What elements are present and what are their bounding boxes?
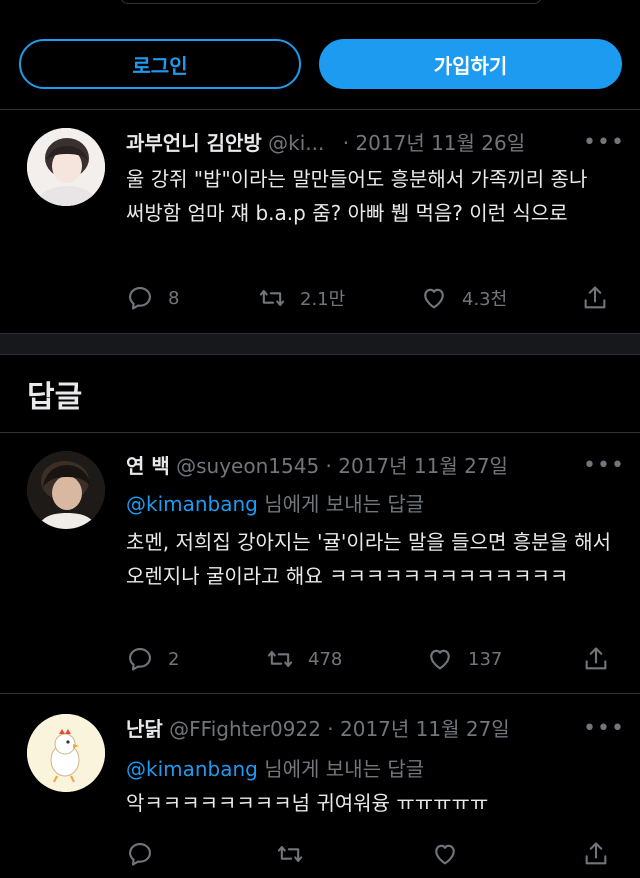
signup-button[interactable]: 가입하기 [319, 39, 622, 89]
reply-icon [126, 284, 154, 312]
reply-button[interactable]: 8 [126, 284, 179, 312]
reply-count: 2 [168, 648, 180, 670]
reply-context: @kimanbang 님에게 보내는 답글 [126, 487, 612, 521]
avatar[interactable] [27, 451, 105, 529]
like-count: 137 [468, 648, 503, 670]
share-icon [582, 645, 610, 673]
tweet-header: 난닭 @FFighter0922 · 2017년 11월 27일 [126, 716, 510, 742]
reply-button[interactable]: 2 [126, 645, 179, 673]
reply-to-label: 님에게 보내는 답글 [257, 757, 425, 781]
tweet-text: 울 강쥐 "밥"이라는 말만들어도 흥분해서 가족끼리 종나 써방함 엄마 쟤 … [126, 167, 588, 225]
author-name[interactable]: 난닭 [126, 717, 163, 741]
share-button[interactable] [582, 645, 624, 673]
tweet-actions: 2 478 137 [126, 645, 616, 675]
reply-tweet[interactable]: 연 백 @suyeon1545 · 2017년 11월 27일 ••• @kim… [0, 433, 640, 693]
tweet-text: 초멘, 저희집 강아지는 '귤'이라는 말을 들으면 흥분을 해서 오렌지나 굴… [126, 530, 612, 588]
heart-icon [420, 284, 448, 312]
author-handle[interactable]: @suyeon1545 [176, 454, 319, 478]
mention-link[interactable]: @kimanbang [126, 492, 258, 516]
like-button[interactable]: 137 [426, 645, 502, 673]
reply-icon [126, 840, 154, 868]
like-button[interactable]: 4.3천 [420, 284, 507, 312]
share-icon [581, 284, 609, 312]
heart-icon [431, 840, 459, 868]
retweet-button[interactable]: 2.1만 [258, 284, 345, 312]
auth-bar: 로그인 가입하기 [0, 0, 640, 110]
tweet-header: 과부언니 김안방 @ki... · 2017년 11월 26일 [126, 130, 525, 156]
tweet-actions: 8 2.1만 4.3천 [126, 284, 616, 314]
retweet-button[interactable] [276, 840, 318, 868]
tweet-date[interactable]: · 2017년 11월 27일 [326, 454, 508, 478]
author-name[interactable]: 과부언니 김안방 [126, 131, 262, 155]
tweet-date[interactable]: · 2017년 11월 27일 [327, 717, 509, 741]
share-button[interactable] [582, 840, 624, 868]
author-name[interactable]: 연 백 [126, 454, 170, 478]
reply-to-label: 님에게 보내는 답글 [257, 492, 425, 516]
author-handle[interactable]: @ki... [268, 131, 324, 155]
share-icon [582, 840, 610, 868]
more-icon[interactable]: ••• [583, 130, 625, 155]
more-icon[interactable]: ••• [583, 453, 625, 478]
main-tweet[interactable]: 과부언니 김안방 @ki... · 2017년 11월 26일 ••• 울 강쥐… [0, 110, 640, 333]
reply-context: @kimanbang 님에게 보내는 답글 [126, 752, 612, 786]
tweet-date[interactable]: · 2017년 11월 26일 [343, 131, 525, 155]
retweet-button[interactable]: 478 [266, 645, 342, 673]
share-button[interactable] [581, 284, 623, 312]
avatar[interactable] [27, 714, 105, 792]
reply-icon [126, 645, 154, 673]
section-divider [0, 333, 640, 355]
author-handle[interactable]: @FFighter0922 [169, 717, 321, 741]
retweet-count: 2.1만 [300, 289, 346, 310]
avatar[interactable] [27, 128, 105, 206]
reply-button[interactable] [126, 840, 168, 868]
replies-heading: 답글 [27, 380, 83, 415]
more-icon[interactable]: ••• [583, 716, 625, 741]
retweet-icon [266, 645, 294, 673]
tweet-header: 연 백 @suyeon1545 · 2017년 11월 27일 [126, 453, 508, 479]
mention-link[interactable]: @kimanbang [126, 757, 258, 781]
heart-icon [426, 645, 454, 673]
like-button[interactable] [431, 840, 473, 868]
reply-count: 8 [168, 287, 180, 309]
retweet-icon [258, 284, 286, 312]
reply-tweet[interactable]: 난닭 @FFighter0922 · 2017년 11월 27일 ••• @ki… [0, 694, 640, 878]
like-count: 4.3천 [462, 289, 508, 310]
retweet-count: 478 [308, 648, 343, 670]
tweet-text: 악ㅋㅋㅋㅋㅋㅋㅋㅋ넘 귀여워융 ㅠㅠㅠㅠㅠ [126, 791, 489, 815]
top-edge-control [120, 0, 542, 4]
retweet-icon [276, 840, 304, 868]
tweet-actions [126, 840, 616, 870]
login-button[interactable]: 로그인 [19, 39, 301, 89]
